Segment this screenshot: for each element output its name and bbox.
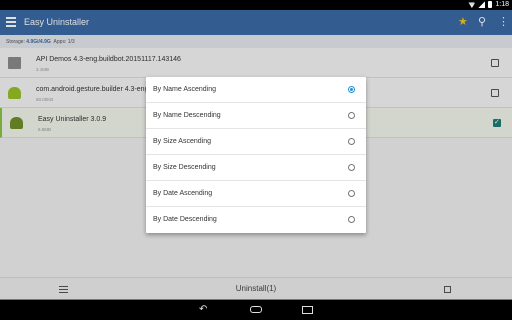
radio-button[interactable]: [348, 216, 355, 223]
radio-button[interactable]: [348, 86, 355, 93]
sort-option-label: By Date Ascending: [153, 190, 213, 197]
radio-button[interactable]: [348, 138, 355, 145]
home-icon[interactable]: [250, 306, 262, 313]
sort-option-label: By Size Ascending: [153, 138, 211, 145]
sort-option-date-asc[interactable]: By Date Ascending: [146, 181, 366, 207]
sort-option-label: By Name Descending: [153, 112, 221, 119]
status-time: 1:18: [495, 1, 509, 8]
sort-option-label: By Size Descending: [153, 164, 216, 171]
wifi-icon: [468, 2, 476, 8]
sort-option-label: By Name Ascending: [153, 86, 217, 93]
radio-button[interactable]: [348, 164, 355, 171]
recents-icon[interactable]: [302, 306, 313, 314]
sort-option-label: By Date Descending: [153, 216, 217, 223]
sort-dialog: By Name Ascending By Name Descending By …: [146, 77, 366, 233]
nav-bar: ↶: [0, 300, 512, 320]
sort-option-size-asc[interactable]: By Size Ascending: [146, 129, 366, 155]
radio-button[interactable]: [348, 190, 355, 197]
sort-option-name-desc[interactable]: By Name Descending: [146, 103, 366, 129]
sort-option-name-asc[interactable]: By Name Ascending: [146, 77, 366, 103]
sort-option-size-desc[interactable]: By Size Descending: [146, 155, 366, 181]
status-bar: 1:18: [0, 0, 512, 10]
radio-button[interactable]: [348, 112, 355, 119]
sort-option-date-desc[interactable]: By Date Descending: [146, 207, 366, 233]
signal-icon: [478, 1, 486, 8]
battery-icon: [488, 1, 493, 8]
back-icon[interactable]: ↶: [199, 305, 207, 315]
